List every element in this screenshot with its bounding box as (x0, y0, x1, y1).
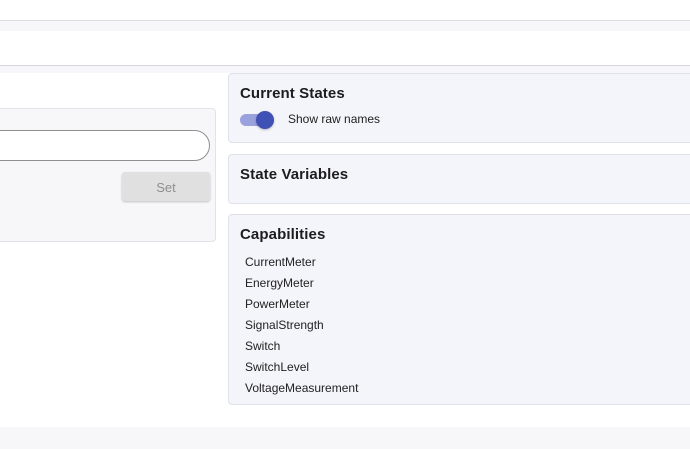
top-band (0, 0, 690, 21)
toggle-knob (256, 111, 274, 129)
value-input[interactable] (0, 130, 210, 161)
state-variables-panel: State Variables (228, 154, 690, 204)
set-button[interactable]: Set (122, 172, 210, 201)
current-states-title: Current States (240, 85, 345, 102)
state-variables-title: State Variables (240, 166, 349, 183)
sub-band (0, 31, 690, 66)
capability-item: Switch (245, 339, 281, 353)
show-raw-names-label: Show raw names (288, 112, 381, 126)
show-raw-names-toggle[interactable] (240, 111, 276, 129)
capability-item: EnergyMeter (245, 276, 314, 290)
footer-band (0, 427, 690, 449)
capabilities-list: CurrentMeter EnergyMeter PowerMeter Sign… (245, 252, 358, 399)
capability-item: SwitchLevel (245, 360, 310, 374)
capability-item: PowerMeter (245, 297, 310, 311)
capability-item: VoltageMeasurement (245, 381, 359, 395)
capabilities-title: Capabilities (240, 226, 326, 243)
current-states-panel: Current States Show raw names (228, 73, 690, 143)
capability-item: CurrentMeter (245, 255, 316, 269)
capability-item: SignalStrength (245, 318, 324, 332)
capabilities-panel: Capabilities CurrentMeter EnergyMeter Po… (228, 214, 690, 405)
